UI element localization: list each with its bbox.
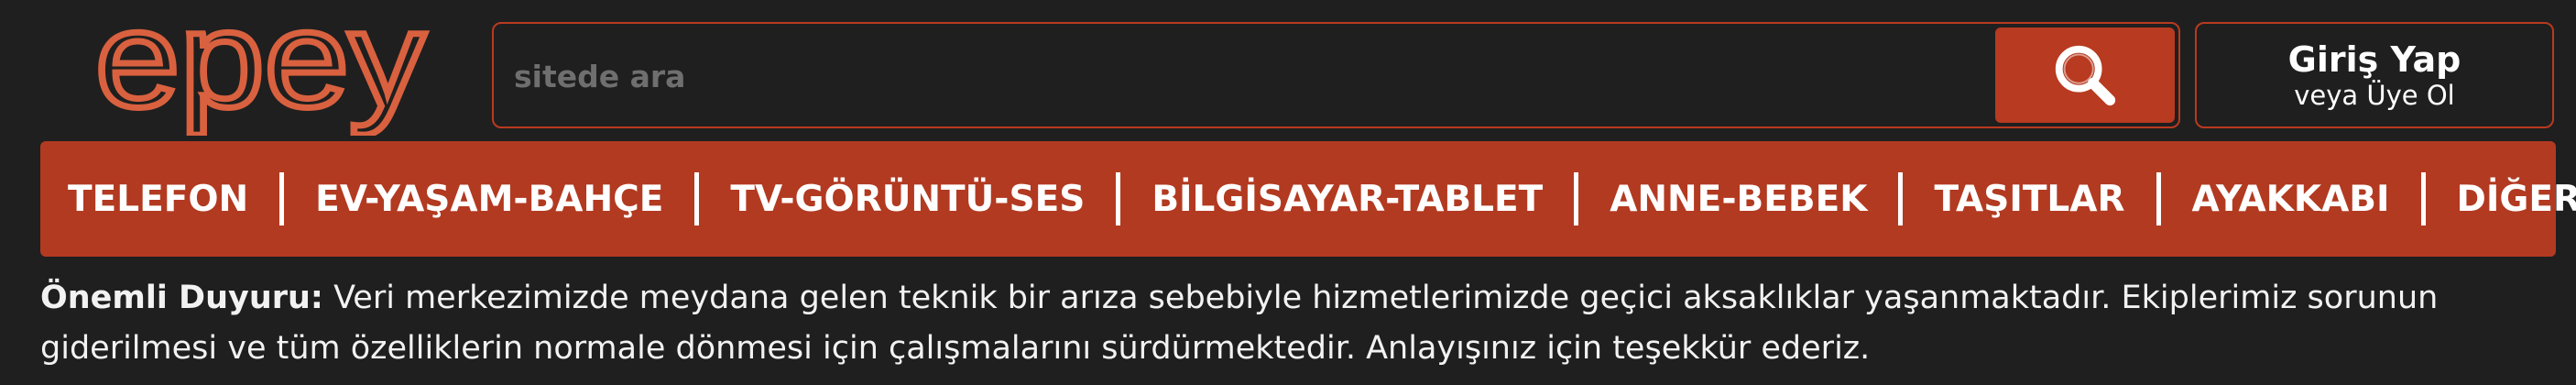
search-button[interactable] bbox=[1995, 28, 2175, 123]
register-label: veya Üye Ol bbox=[2294, 80, 2455, 111]
nav-link-ev-yasam-bahce[interactable]: EV-YAŞAM-BAHÇE bbox=[284, 179, 694, 220]
nav-item-ev-yasam-bahce: EV-YAŞAM-BAHÇE bbox=[284, 141, 700, 257]
announcement: Önemli Duyuru: Veri merkezimizde meydana… bbox=[40, 273, 2550, 374]
search-bar bbox=[492, 22, 2180, 128]
nav-link-diger[interactable]: DİĞER bbox=[2426, 179, 2576, 220]
epey-logo[interactable]: epey bbox=[88, 16, 432, 136]
logo-mark: epey bbox=[93, 16, 429, 136]
nav-item-tasitlar: TAŞITLAR bbox=[1903, 141, 2161, 257]
login-label: Giriş Yap bbox=[2287, 39, 2461, 80]
logo-text: epey bbox=[95, 16, 425, 136]
search-input[interactable] bbox=[512, 24, 2009, 128]
nav-item-diger: DİĞER bbox=[2426, 141, 2576, 257]
nav-item-telefon: TELEFON bbox=[40, 141, 285, 257]
login-register-button[interactable]: Giriş Yap veya Üye Ol bbox=[2195, 22, 2554, 128]
nav-link-tv-goruntu-ses[interactable]: TV-GÖRÜNTÜ-SES bbox=[699, 179, 1116, 220]
nav-link-ayakkabi[interactable]: AYAKKABI bbox=[2161, 179, 2421, 220]
nav-link-telefon[interactable]: TELEFON bbox=[40, 179, 279, 220]
category-nav: TELEFON EV-YAŞAM-BAHÇE TV-GÖRÜNTÜ-SES Bİ… bbox=[40, 141, 2576, 257]
nav-item-bilgisayar-tablet: BİLGİSAYAR-TABLET bbox=[1120, 141, 1579, 257]
nav-link-tasitlar[interactable]: TAŞITLAR bbox=[1903, 179, 2156, 220]
nav-item-anne-bebek: ANNE-BEBEK bbox=[1578, 141, 1904, 257]
search-icon bbox=[2055, 45, 2116, 106]
announcement-title: Önemli Duyuru: bbox=[40, 280, 323, 316]
nav-link-bilgisayar-tablet[interactable]: BİLGİSAYAR-TABLET bbox=[1120, 179, 1574, 220]
nav-item-ayakkabi: AYAKKABI bbox=[2161, 141, 2426, 257]
nav-link-anne-bebek[interactable]: ANNE-BEBEK bbox=[1578, 179, 1898, 220]
announcement-text: Veri merkezimizde meydana gelen teknik b… bbox=[40, 280, 2439, 367]
nav-item-tv-goruntu-ses: TV-GÖRÜNTÜ-SES bbox=[699, 141, 1121, 257]
